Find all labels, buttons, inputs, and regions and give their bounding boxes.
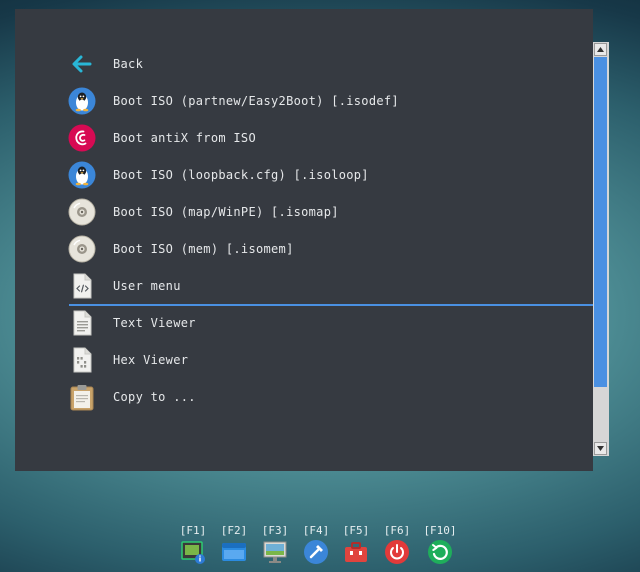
menu-item-label: Text Viewer [113, 315, 196, 330]
menu-item-boot-iso-isomap[interactable]: Boot ISO (map/WinPE) [.isomap] [67, 193, 567, 230]
menu-item-boot-iso-isoloop[interactable]: Boot ISO (loopback.cfg) [.isoloop] [67, 156, 567, 193]
linux-tux-icon [68, 87, 96, 115]
f5-key[interactable]: [F5] [336, 524, 376, 565]
toolbox-icon [345, 542, 367, 562]
menu-item-label: Back [113, 56, 144, 71]
menu-item-boot-iso-isomem[interactable]: Boot ISO (mem) [.isomem] [67, 230, 567, 267]
menu-item-boot-antix[interactable]: Boot antiX from ISO [67, 119, 567, 156]
menu-list: Back Boot ISO (partnew/Easy2Boot) [.isod… [67, 45, 594, 415]
power-icon [385, 540, 409, 564]
f3-key-label: [F3] [261, 524, 289, 537]
scrollbar-thumb[interactable] [594, 57, 607, 387]
window-icon [222, 543, 246, 561]
display-settings-icon [263, 541, 287, 563]
menu-item-label: Hex Viewer [113, 352, 189, 367]
f3-key[interactable]: [F3] [255, 524, 295, 565]
hex-file-icon [68, 346, 96, 374]
menu-item-label: Boot antiX from ISO [113, 130, 256, 145]
f10-key-label: [F10] [423, 524, 457, 537]
back-arrow-icon [68, 50, 96, 78]
arrow-down-icon [597, 446, 604, 451]
linux-tux-icon [68, 161, 96, 189]
menu-item-label: Boot ISO (loopback.cfg) [.isoloop] [113, 167, 369, 182]
f10-key[interactable]: [F10] [420, 524, 460, 565]
f5-key-label: [F5] [342, 524, 370, 537]
f4-key-label: [F4] [302, 524, 330, 537]
f1-key-label: [F1] [179, 524, 207, 537]
code-file-icon [68, 272, 96, 300]
f2-key[interactable]: [F2] [214, 524, 254, 565]
tools-hammer-icon [304, 540, 328, 564]
disc-icon [68, 235, 96, 263]
f1-key[interactable]: [F1] [173, 524, 213, 565]
menu-item-back[interactable]: Back [67, 45, 567, 82]
clipboard-icon [68, 383, 96, 411]
disc-icon [68, 198, 96, 226]
boot-menu-panel: Back Boot ISO (partnew/Easy2Boot) [.isod… [15, 9, 609, 471]
menu-item-label: Boot ISO (mem) [.isomem] [113, 241, 294, 256]
menu-item-hex-viewer[interactable]: Hex Viewer [67, 341, 567, 378]
menu-item-copy-to[interactable]: Copy to ... [67, 378, 567, 415]
restart-icon [428, 540, 452, 564]
menu-item-text-viewer[interactable]: Text Viewer [67, 304, 567, 341]
menu-item-user-menu[interactable]: User menu [67, 267, 594, 306]
function-key-bar: [F1] [F2] [F3] [F4] [F5] [F6] [F10] [0, 524, 640, 572]
text-file-icon [68, 309, 96, 337]
system-info-icon [181, 541, 205, 564]
vertical-scrollbar[interactable] [593, 42, 609, 456]
f4-key[interactable]: [F4] [296, 524, 336, 565]
arrow-up-icon [597, 47, 604, 52]
menu-item-label: Boot ISO (partnew/Easy2Boot) [.isodef] [113, 93, 399, 108]
debian-swirl-icon [68, 124, 96, 152]
f6-key[interactable]: [F6] [377, 524, 417, 565]
scroll-down-button[interactable] [594, 442, 607, 455]
menu-item-label: User menu [113, 278, 181, 293]
menu-item-label: Copy to ... [113, 389, 196, 404]
menu-item-label: Boot ISO (map/WinPE) [.isomap] [113, 204, 339, 219]
f6-key-label: [F6] [383, 524, 411, 537]
f2-key-label: [F2] [220, 524, 248, 537]
scroll-up-button[interactable] [594, 43, 607, 56]
menu-item-boot-iso-isodef[interactable]: Boot ISO (partnew/Easy2Boot) [.isodef] [67, 82, 567, 119]
